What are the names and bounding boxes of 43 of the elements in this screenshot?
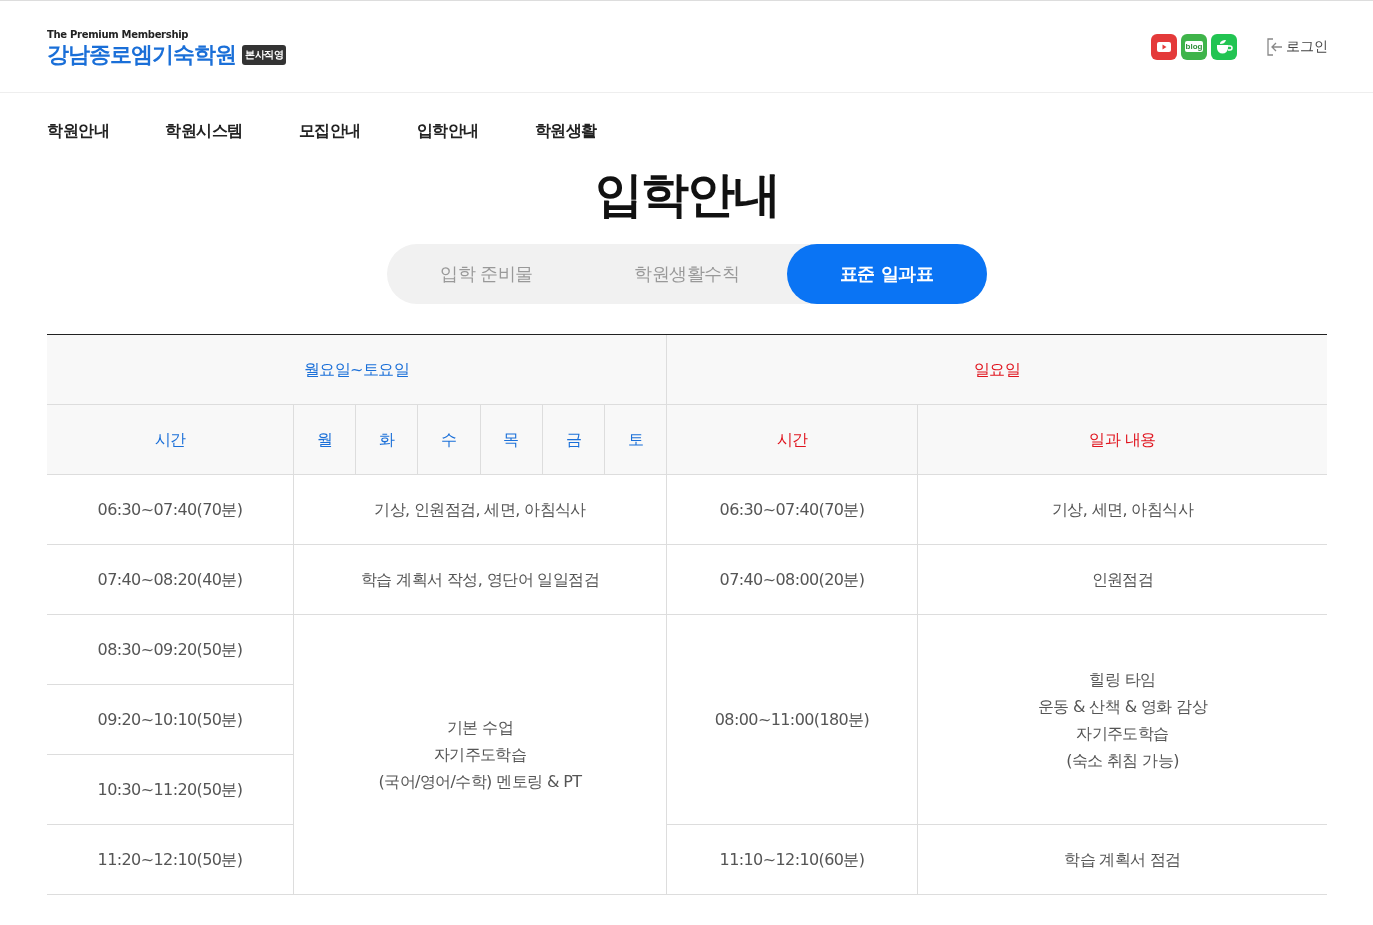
table-cell-text: 06:30~07:40(70분) — [97, 499, 243, 521]
group-header: 일요일 — [973, 359, 1021, 381]
logo-tagline: The Premium Membership — [47, 29, 190, 40]
video-play-icon[interactable] — [1151, 33, 1177, 60]
table-cell-text: 07:40~08:20(40분) — [97, 569, 243, 591]
table-cell-text: 08:00~11:00(180분) — [714, 709, 870, 731]
column-header: 수 — [441, 429, 457, 451]
table-cell-text: 학습 계획서 점검 — [1064, 849, 1181, 871]
login-icon — [1267, 37, 1283, 56]
table-cell-text: 11:10~12:10(60분) — [719, 849, 865, 871]
column-header: 시간 — [154, 429, 186, 451]
table-cell-text: 학습 계획서 작성, 영단어 일일점검 — [361, 569, 599, 591]
badge: 본사직영 — [242, 45, 286, 65]
table-cell-text: 08:30~09:20(50분) — [97, 639, 243, 661]
table-cell-text: 힐링 타임 운동 & 산책 & 영화 감상 자기주도학습 (숙소 취침 가능) — [1037, 668, 1208, 772]
nav-item[interactable]: 학원안내 — [47, 121, 109, 151]
column-header: 토 — [627, 429, 644, 451]
column-header: 시간 — [776, 429, 808, 451]
column-header: 일과 내용 — [1089, 429, 1156, 451]
table-cell-text: 11:20~12:10(50분) — [97, 849, 243, 871]
tab[interactable]: 표준 일과표 — [786, 244, 987, 304]
blog-icon[interactable]: blog — [1181, 33, 1207, 60]
group-header: 월요일~토요일 — [303, 359, 410, 381]
table-cell-text: 07:40~08:00(20분) — [719, 569, 865, 591]
table-cell-text: 10:30~11:20(50분) — [97, 779, 243, 801]
column-header: 목 — [503, 429, 519, 451]
nav-item[interactable]: 학원시스템 — [165, 121, 243, 151]
logo-link[interactable]: 강남종로엠기숙학원 — [47, 40, 236, 70]
cup-icon[interactable] — [1211, 33, 1237, 60]
table-cell-text: 기상, 인원점검, 세면, 아침식사 — [374, 499, 586, 521]
column-header: 화 — [379, 429, 395, 451]
nav-item[interactable]: 입학안내 — [416, 121, 479, 151]
table-cell-text: 09:20~10:10(50분) — [97, 709, 243, 731]
login-link[interactable]: 로그인 — [1267, 37, 1328, 56]
nav-item[interactable]: 학원생활 — [534, 121, 597, 151]
nav-item[interactable]: 모집안내 — [298, 121, 361, 151]
table-cell-text: 기상, 세면, 아침식사 — [1051, 499, 1194, 521]
table-cell-text: 인원점검 — [1091, 569, 1154, 591]
table-cell-text: 기본 수업 자기주도학습 (국어/영어/수학) 멘토링 & PT — [378, 717, 582, 793]
table-cell-text: 06:30~07:40(70분) — [719, 499, 865, 521]
column-header: 금 — [565, 429, 581, 451]
column-header: 월 — [316, 429, 333, 451]
page-title: 입학안내 — [593, 165, 780, 224]
